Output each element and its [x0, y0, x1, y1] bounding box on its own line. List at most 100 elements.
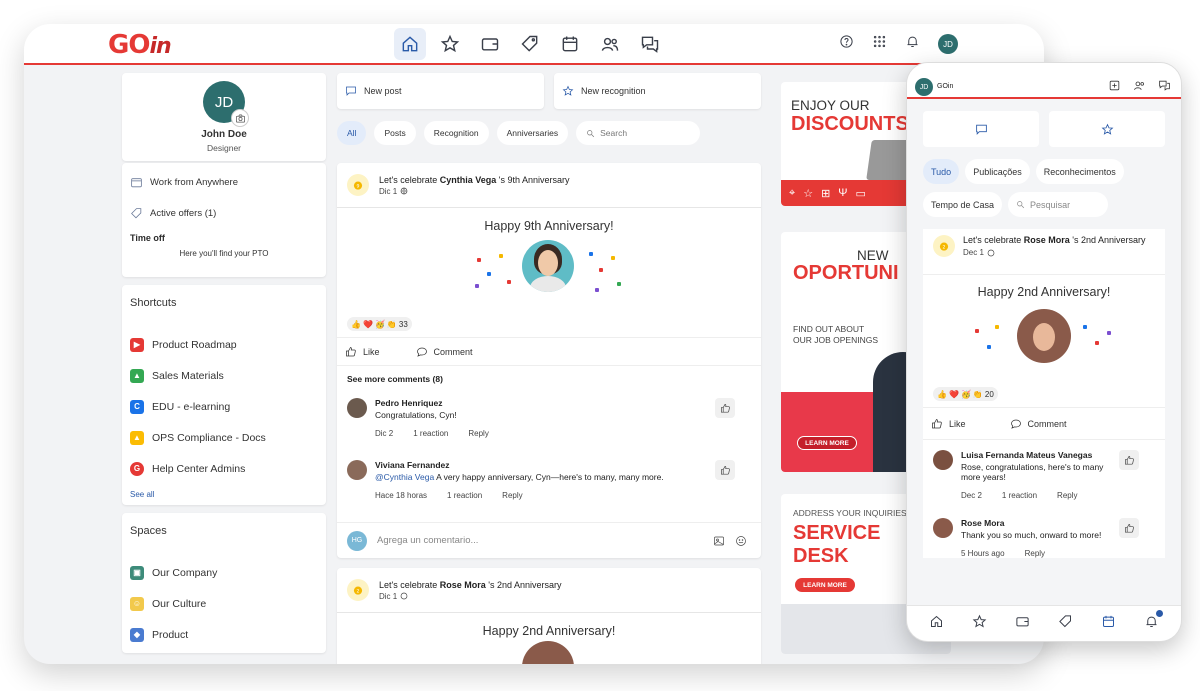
comment-like-button[interactable]: [715, 398, 735, 418]
star-icon[interactable]: [434, 28, 466, 60]
space-item[interactable]: ☺ Our Culture: [130, 588, 318, 619]
star-icon[interactable]: [972, 614, 987, 634]
filter-anniversaries[interactable]: Anniversaries: [496, 121, 569, 145]
comment-label: Comment: [1027, 418, 1067, 429]
chat-icon[interactable]: [634, 28, 666, 60]
comment-reactions[interactable]: 1 reaction: [413, 429, 448, 438]
post-title-name[interactable]: Cynthia Vega: [440, 175, 497, 185]
shortcut-item[interactable]: G Help Center Admins: [130, 453, 318, 484]
work-location[interactable]: Work from Anywhere: [130, 171, 318, 194]
see-more-comments-link[interactable]: See more comments (8): [347, 374, 751, 384]
comment-like-button[interactable]: [1119, 450, 1139, 470]
image-icon[interactable]: [713, 535, 725, 550]
mobile-filters: Tudo Publicações Reconhecimentos Tempo d…: [907, 147, 1181, 217]
calendar-icon[interactable]: [554, 28, 586, 60]
space-item[interactable]: ◆ Product: [130, 619, 318, 650]
globe-icon: [987, 249, 995, 256]
mention-link[interactable]: @Cynthia Vega: [375, 472, 434, 482]
mobile-filter-all[interactable]: Tudo: [923, 159, 960, 184]
reply-button[interactable]: Reply: [1025, 549, 1045, 558]
post-title-name[interactable]: Rose Mora: [440, 580, 486, 590]
feed-search-input[interactable]: Search: [576, 121, 701, 145]
calendar-icon[interactable]: [1101, 614, 1116, 634]
comment-button[interactable]: Comment: [416, 346, 473, 358]
confetti: [995, 325, 999, 329]
shortcut-item[interactable]: ▲ Sales Materials: [130, 360, 318, 391]
wallet-icon[interactable]: [474, 28, 506, 60]
shortcut-label: EDU - e-learning: [152, 400, 231, 413]
add-square-icon[interactable]: [1108, 79, 1121, 97]
profile-role: Designer: [206, 143, 242, 153]
mobile-filter-recognition[interactable]: Reconhecimentos: [1035, 159, 1124, 184]
reply-button[interactable]: Reply: [1057, 491, 1077, 500]
ad-heading: NEW: [857, 248, 889, 263]
learn-more-button[interactable]: LEARN MORE: [795, 578, 855, 592]
see-all-link[interactable]: See all: [130, 490, 318, 499]
reply-button[interactable]: Reply: [468, 429, 488, 438]
mobile-filter-anniversaries[interactable]: Tempo de Casa: [923, 192, 1003, 217]
active-offers[interactable]: Active offers (1): [130, 202, 318, 225]
comment-like-button[interactable]: [715, 460, 735, 480]
shortcut-item[interactable]: ▶ Product Roadmap: [130, 329, 318, 360]
tag-icon[interactable]: [514, 28, 546, 60]
like-label: Like: [363, 346, 380, 357]
bell-icon[interactable]: [905, 34, 920, 54]
mobile-user-avatar[interactable]: JD: [915, 78, 933, 96]
add-comment-field[interactable]: HG Agrega un comentario...: [337, 522, 761, 558]
commenter-avatar[interactable]: [347, 460, 367, 480]
confetti: [507, 280, 511, 284]
user-avatar[interactable]: JD: [938, 34, 958, 54]
profile-initials: JD: [214, 93, 234, 111]
like-button[interactable]: Like: [345, 346, 380, 358]
chat-icon[interactable]: [1158, 79, 1171, 97]
post-date: Dic 1: [379, 187, 570, 196]
people-icon[interactable]: [594, 28, 626, 60]
mobile-new-post-button[interactable]: [923, 111, 1039, 147]
commenter-avatar[interactable]: [933, 518, 953, 538]
camera-icon[interactable]: [231, 109, 249, 127]
people-icon[interactable]: [1133, 79, 1146, 97]
goin-logo[interactable]: GOin: [108, 30, 172, 60]
new-post-button[interactable]: New post: [337, 73, 544, 109]
comment-like-button[interactable]: [1119, 518, 1139, 538]
commenter-name[interactable]: Rose Mora: [961, 518, 1121, 528]
mobile-search-input[interactable]: Pesquisar: [1008, 192, 1109, 217]
help-icon[interactable]: [839, 34, 854, 54]
reaction-summary[interactable]: 👍 ❤️ 🥳 👏 20: [933, 387, 998, 401]
mobile-filter-posts[interactable]: Publicações: [965, 159, 1030, 184]
home-icon[interactable]: [394, 28, 426, 60]
tag-small-icon: [131, 208, 142, 219]
edu-icon: C: [130, 399, 144, 414]
commenter-avatar[interactable]: [933, 450, 953, 470]
bell-icon[interactable]: [1144, 609, 1163, 634]
commenter-name[interactable]: Pedro Henriquez: [375, 398, 489, 408]
apps-grid-icon[interactable]: [872, 34, 887, 54]
comment-reactions[interactable]: 1 reaction: [1002, 491, 1037, 500]
filter-all[interactable]: All: [337, 121, 367, 145]
reaction-summary[interactable]: 👍 ❤️ 🥳 👏 33: [347, 317, 412, 331]
commenter-avatar[interactable]: [347, 398, 367, 418]
like-button[interactable]: Like: [931, 418, 966, 430]
reply-button[interactable]: Reply: [502, 491, 522, 500]
commenter-name[interactable]: Luisa Fernanda Mateus Vanegas: [961, 450, 1121, 460]
learn-more-button[interactable]: LEARN MORE: [797, 436, 857, 450]
new-recognition-button[interactable]: New recognition: [554, 73, 761, 109]
post-title-name[interactable]: Rose Mora: [1024, 235, 1070, 245]
filter-posts[interactable]: Posts: [374, 121, 416, 145]
post-body: Happy 2nd Anniversary!: [337, 613, 761, 664]
left-sidebar: JD John Doe Designer Work from Anywhere …: [122, 73, 326, 653]
profile-avatar[interactable]: JD: [203, 81, 249, 127]
shortcut-item[interactable]: ▲ OPS Compliance - Docs: [130, 422, 318, 453]
home-icon[interactable]: [929, 614, 944, 634]
reaction-count: 20: [984, 389, 994, 399]
tag-icon[interactable]: [1058, 614, 1073, 634]
space-item[interactable]: ▣ Our Company: [130, 557, 318, 588]
mobile-new-recognition-button[interactable]: [1049, 111, 1165, 147]
shortcut-item[interactable]: C EDU - e-learning: [130, 391, 318, 422]
commenter-name[interactable]: Viviana Fernandez: [375, 460, 664, 470]
comment-reactions[interactable]: 1 reaction: [447, 491, 482, 500]
emoji-icon[interactable]: [735, 535, 747, 550]
filter-recognition[interactable]: Recognition: [423, 121, 489, 145]
wallet-icon[interactable]: [1015, 614, 1030, 634]
comment-button[interactable]: Comment: [1010, 418, 1067, 430]
